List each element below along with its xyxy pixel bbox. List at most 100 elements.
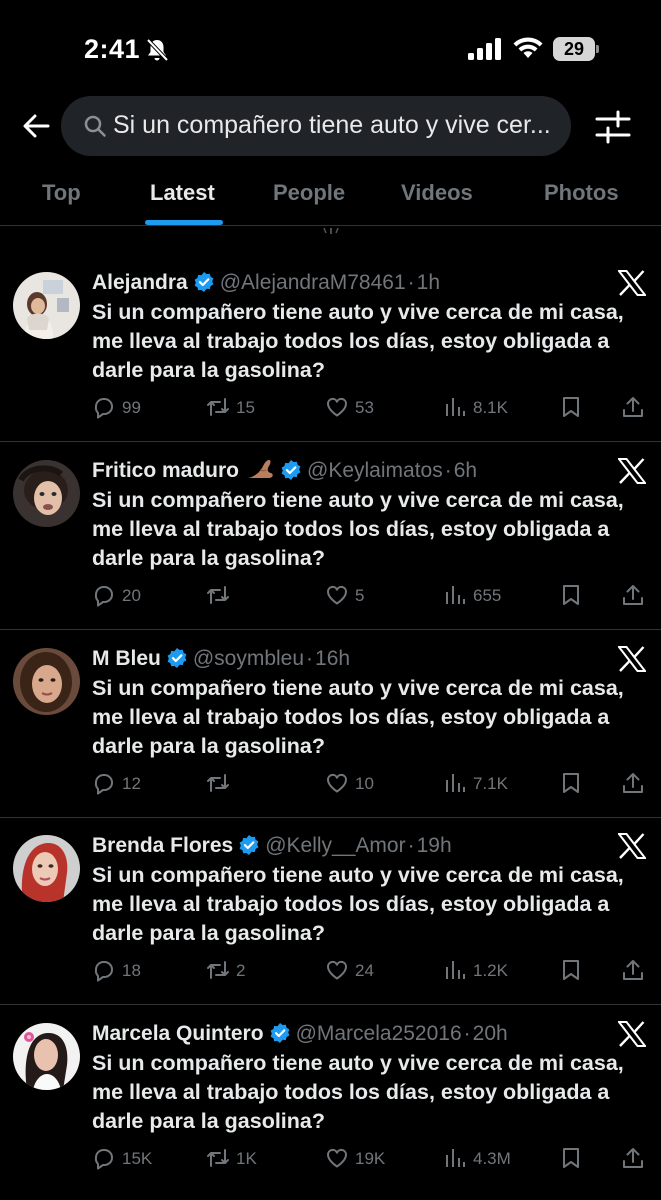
share-button[interactable]	[621, 582, 651, 610]
reply-count: 20	[122, 586, 141, 605]
like-button[interactable]: 5	[325, 582, 364, 610]
views-button[interactable]: 8.1K	[443, 394, 508, 422]
cellular-signal-icon	[468, 38, 501, 60]
author-name[interactable]: M Bleu	[92, 647, 161, 670]
tweet-actions: 18 2 24 1.2K	[92, 957, 652, 985]
like-count: 53	[355, 398, 374, 417]
reply-count: 99	[122, 398, 141, 417]
repost-button[interactable]: 1K	[206, 1145, 257, 1173]
tab-videos[interactable]: Videos	[401, 180, 473, 206]
reply-button[interactable]: 99	[92, 394, 141, 422]
pinching-hand-emoji	[248, 460, 273, 478]
reply-button[interactable]: 15K	[92, 1145, 152, 1173]
author-handle[interactable]: @Keylaimatos	[307, 459, 443, 482]
repost-count: 15	[236, 398, 255, 417]
share-button[interactable]	[621, 394, 651, 422]
tweet[interactable]: Fritico maduro @Keylaimatos·6h Si un comp…	[0, 442, 661, 630]
share-icon	[623, 397, 643, 417]
like-button[interactable]: 10	[325, 770, 374, 798]
reply-button[interactable]: 18	[92, 957, 141, 985]
author-name[interactable]: Alejandra	[92, 271, 188, 294]
heart-icon	[326, 1148, 348, 1168]
tweet[interactable]: Alejandra @AlejandraM78461·1h Si un compa…	[0, 254, 661, 442]
tweet-age[interactable]: 6h	[454, 459, 477, 482]
verified-badge-icon	[281, 460, 301, 480]
bell-slash-icon	[146, 38, 169, 62]
avatar[interactable]	[13, 835, 80, 902]
tweet-age[interactable]: 1h	[417, 271, 440, 294]
repost-button[interactable]: 15	[206, 394, 255, 422]
tweet-age[interactable]: 16h	[315, 647, 350, 670]
author-handle[interactable]: @soymbleu	[193, 647, 304, 670]
search-input[interactable]: Si un compañero tiene auto y vive cer...	[61, 96, 571, 156]
like-count: 19K	[355, 1149, 386, 1168]
avatar[interactable]	[13, 272, 80, 339]
reply-icon	[94, 1149, 113, 1170]
bookmark-button[interactable]	[559, 582, 589, 610]
author-handle[interactable]: @Marcela252016	[296, 1022, 462, 1045]
author-handle[interactable]: @Kelly__Amor	[265, 834, 405, 857]
bookmark-icon	[563, 1148, 579, 1168]
x-logo-icon	[618, 646, 646, 672]
views-chart-icon	[446, 774, 465, 792]
like-button[interactable]: 24	[325, 957, 374, 985]
view-count: 8.1K	[473, 398, 508, 417]
tweet-text: Si un compañero tiene auto y vive cerca …	[92, 488, 624, 570]
tweet[interactable]: Marcela Quintero @Marcela252016·20h Si un…	[0, 1005, 661, 1193]
repost-button[interactable]	[206, 582, 236, 610]
reply-button[interactable]: 12	[92, 770, 141, 798]
bookmark-button[interactable]	[559, 957, 589, 985]
avatar[interactable]	[13, 460, 80, 527]
views-button[interactable]: 7.1K	[443, 770, 508, 798]
tweet[interactable]: M Bleu @soymbleu·16h Si un compañero tien…	[0, 630, 661, 818]
tweet-text: Si un compañero tiene auto y vive cerca …	[92, 300, 624, 382]
author-name[interactable]: Fritico maduro	[92, 459, 239, 482]
author-name[interactable]: Brenda Flores	[92, 834, 233, 857]
bookmark-button[interactable]	[559, 394, 589, 422]
x-logo-icon	[618, 270, 646, 296]
tweet-text: Si un compañero tiene auto y vive cerca …	[92, 676, 624, 758]
repost-icon	[207, 774, 229, 792]
tweet-text: Si un compañero tiene auto y vive cerca …	[92, 863, 624, 945]
search-icon	[84, 115, 106, 137]
share-button[interactable]	[621, 957, 651, 985]
repost-count: 1K	[236, 1149, 257, 1168]
status-bar: 2:41 29	[0, 0, 661, 96]
tab-latest[interactable]: Latest	[150, 180, 215, 206]
avatar[interactable]	[13, 648, 80, 715]
views-button[interactable]: 1.2K	[443, 957, 508, 985]
like-button[interactable]: 19K	[325, 1145, 385, 1173]
wifi-icon	[513, 37, 543, 58]
tweet[interactable]: Brenda Flores @Kelly__Amor·19h Si un comp…	[0, 817, 661, 1005]
share-icon	[623, 960, 643, 980]
like-button[interactable]: 53	[325, 394, 374, 422]
repost-icon	[207, 1149, 229, 1167]
repost-icon	[207, 586, 229, 604]
tweet-actions: 15K 1K 19K 4.3M	[92, 1145, 652, 1173]
views-chart-icon	[446, 586, 465, 604]
tweet-header: Marcela Quintero @Marcela252016·20h	[92, 1022, 508, 1045]
reply-count: 15K	[122, 1149, 153, 1168]
x-logo-icon	[618, 833, 646, 859]
avatar[interactable]	[13, 1023, 80, 1090]
tweet-age[interactable]: 19h	[417, 834, 452, 857]
bookmark-button[interactable]	[559, 1145, 589, 1173]
tab-photos[interactable]: Photos	[544, 180, 619, 206]
battery-tip	[596, 45, 599, 53]
views-button[interactable]: 655	[443, 582, 501, 610]
repost-button[interactable]	[206, 770, 236, 798]
author-name[interactable]: Marcela Quintero	[92, 1022, 264, 1045]
tab-top[interactable]: Top	[42, 180, 81, 206]
search-filter-icon[interactable]	[595, 110, 631, 144]
views-button[interactable]: 4.3M	[443, 1145, 511, 1173]
share-button[interactable]	[621, 1145, 651, 1173]
tab-people[interactable]: People	[273, 180, 345, 206]
share-button[interactable]	[621, 770, 651, 798]
repost-button[interactable]: 2	[206, 957, 245, 985]
tweet-age[interactable]: 20h	[473, 1022, 508, 1045]
back-arrow-icon[interactable]	[18, 108, 54, 144]
author-handle[interactable]: @AlejandraM78461	[220, 271, 406, 294]
bookmark-button[interactable]	[559, 770, 589, 798]
tweet-actions: 20 5 655	[92, 582, 652, 610]
reply-button[interactable]: 20	[92, 582, 141, 610]
